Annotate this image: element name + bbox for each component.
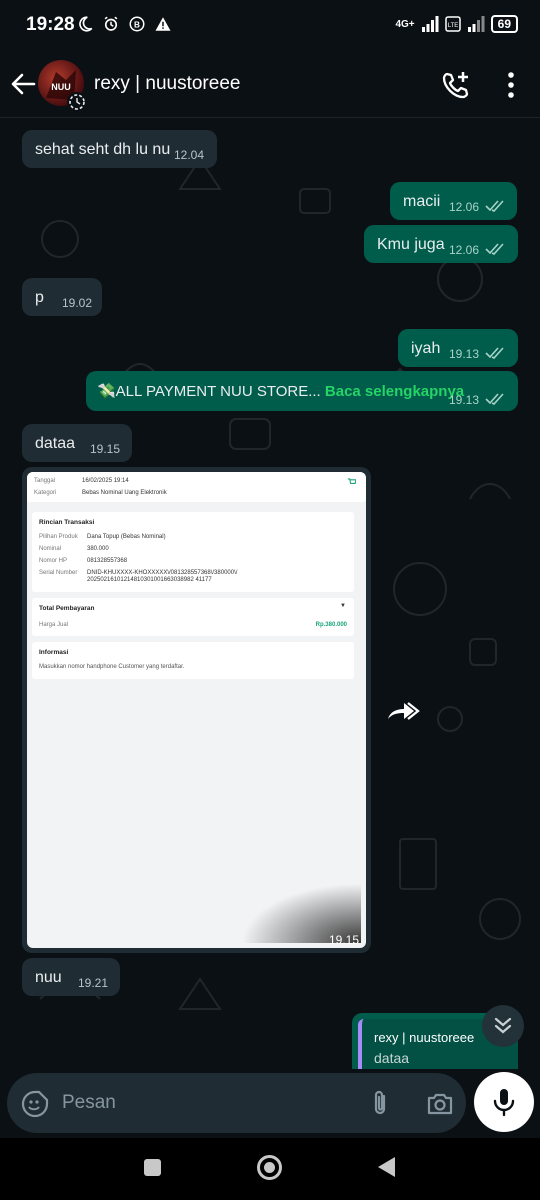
- moon-icon: [79, 16, 93, 32]
- recent-apps-button[interactable]: [144, 1159, 161, 1176]
- double-check-icon: [485, 243, 504, 255]
- back-arrow-icon[interactable]: [8, 69, 38, 99]
- status-time: 19:28: [26, 14, 75, 35]
- message-bubble-incoming[interactable]: p 19.02: [22, 278, 102, 316]
- status-ring-icon: [67, 92, 87, 112]
- message-text: nuu: [35, 969, 62, 986]
- message-text: Kmu juga: [377, 236, 445, 253]
- message-bubble-outgoing[interactable]: macii 12.06: [390, 182, 517, 220]
- message-time: 19.13: [449, 393, 480, 407]
- message-time: 19.15: [90, 442, 121, 456]
- quoted-text: dataa: [374, 1050, 410, 1066]
- paperclip-icon[interactable]: [367, 1088, 393, 1118]
- chat-header: NUU rexy | nuustoreee: [0, 52, 540, 118]
- message-time: 12.06: [449, 243, 480, 257]
- svg-text:B: B: [134, 20, 140, 29]
- message-bubble-outgoing[interactable]: Kmu juga 12.06: [364, 225, 518, 263]
- b-badge-icon: B: [129, 16, 145, 32]
- receipt-header-card: Tanggal 16/02/2025 19:14 Kategori Bebas No…: [27, 472, 366, 502]
- message-body: 💸ALL PAYMENT NUU STORE...: [97, 383, 325, 400]
- message-bubble-incoming[interactable]: sehat seht dh lu nu 12.04: [22, 130, 217, 168]
- double-check-icon: [485, 200, 504, 212]
- image-message[interactable]: Tanggal 16/02/2025 19:14 Kategori Bebas No…: [22, 467, 371, 953]
- status-icons-right: 4G+ LTE 69: [395, 15, 518, 33]
- message-text: sehat seht dh lu nu: [35, 141, 171, 158]
- microphone-icon: [493, 1089, 515, 1117]
- message-time: 19.21: [78, 976, 109, 990]
- camera-icon[interactable]: [425, 1090, 455, 1118]
- composer-bar: Pesan: [0, 1069, 540, 1138]
- receipt-image: Tanggal 16/02/2025 19:14 Kategori Bebas No…: [27, 472, 366, 948]
- message-bubble-incoming[interactable]: dataa 19.15: [22, 424, 132, 462]
- double-check-icon: [485, 393, 504, 405]
- add-call-icon[interactable]: [440, 69, 472, 101]
- status-icons-left: B: [76, 15, 172, 33]
- receipt-total-card: Total Pembayaran ▼ Harga Jual Rp.380.000: [32, 598, 354, 636]
- chevron-down-icon: ▼: [340, 603, 346, 609]
- home-button[interactable]: [257, 1155, 282, 1180]
- message-time: 19.13: [449, 347, 480, 361]
- message-time: 12.04: [174, 148, 205, 162]
- message-time: 19.15: [328, 933, 359, 947]
- cart-icon: [347, 478, 356, 484]
- quoted-sender: rexy | nuustoreee: [374, 1030, 475, 1045]
- message-bubble-outgoing[interactable]: iyah 19.13: [398, 329, 518, 367]
- message-text: iyah: [411, 340, 441, 357]
- message-bubble-outgoing[interactable]: 💸ALL PAYMENT NUU STORE... Baca selengkap…: [86, 371, 518, 411]
- signal-icon: [421, 16, 439, 32]
- system-nav-bar: [0, 1138, 540, 1200]
- scroll-to-bottom-button[interactable]: [482, 1005, 524, 1047]
- volte-icon: LTE: [444, 16, 461, 32]
- message-text: 💸ALL PAYMENT NUU STORE... Baca selengkap…: [97, 382, 464, 400]
- chat-area[interactable]: sehat seht dh lu nu 12.04 macii 12.06 Km…: [0, 119, 540, 1069]
- svg-text:NUU: NUU: [51, 82, 71, 92]
- message-time: 12.06: [449, 200, 480, 214]
- sticker-icon[interactable]: [21, 1090, 49, 1118]
- receipt-info-card: Informasi Masukkan nomor handphone Custo…: [32, 642, 354, 679]
- read-more-link[interactable]: Baca selengkapnya: [325, 383, 464, 400]
- message-text: dataa: [35, 435, 76, 452]
- alarm-icon: [104, 16, 118, 31]
- more-options-icon[interactable]: [500, 69, 522, 101]
- network-type: 4G+: [395, 18, 415, 30]
- warning-icon: [155, 17, 171, 31]
- message-time: 19.02: [62, 296, 93, 310]
- contact-name[interactable]: rexy | nuustoreee: [94, 73, 240, 95]
- svg-text:LTE: LTE: [447, 23, 458, 29]
- voice-record-button[interactable]: [474, 1072, 534, 1132]
- message-input[interactable]: Pesan: [7, 1073, 466, 1133]
- signal-2-icon: [467, 16, 485, 32]
- message-bubble-incoming[interactable]: nuu 19.21: [22, 958, 120, 996]
- double-chevron-down-icon: [494, 1017, 512, 1034]
- forward-icon[interactable]: [384, 697, 422, 725]
- message-text: p: [35, 289, 44, 306]
- battery-level: 69: [490, 15, 518, 33]
- status-bar: 19:28 B 4G+ LTE 69: [0, 0, 540, 52]
- back-button[interactable]: [378, 1157, 395, 1177]
- double-check-icon: [485, 347, 504, 359]
- receipt-detail-card: Rincian Transaksi Pilihan Produk Dana Top…: [32, 512, 354, 592]
- message-placeholder: Pesan: [62, 1092, 116, 1113]
- message-text: macii: [403, 193, 441, 210]
